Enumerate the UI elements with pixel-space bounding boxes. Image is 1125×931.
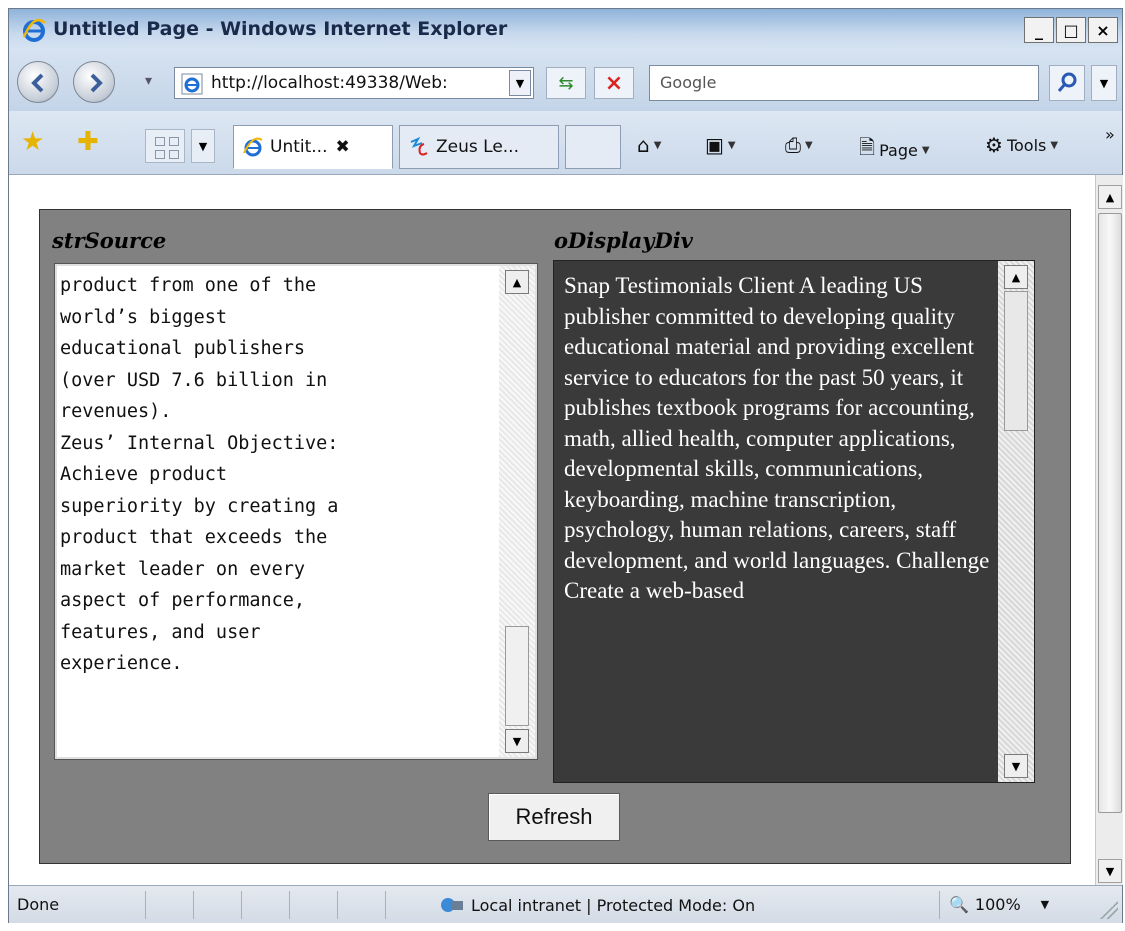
scroll-down-icon[interactable]: ▼ [505, 729, 529, 753]
back-button[interactable] [17, 61, 59, 103]
zoom-icon: 🔍 [949, 895, 969, 914]
scroll-up-icon[interactable]: ▲ [1098, 185, 1122, 209]
page-scroll-thumb[interactable] [1098, 213, 1122, 813]
address-field[interactable]: http://localhost:49338/Web: ▼ [174, 67, 534, 99]
feeds-button[interactable]: ▣ ▼ [705, 133, 736, 157]
page-ie-icon [181, 73, 203, 95]
page-scrollbar[interactable]: ▲ ▼ [1095, 175, 1123, 885]
page-content: strSource oDisplayDiv product from one o… [9, 175, 1095, 885]
status-text: Done [17, 895, 60, 914]
history-dropdown-icon[interactable]: ▾ [145, 73, 152, 89]
rss-feed-icon: ▣ [705, 133, 724, 157]
stop-icon[interactable]: × [594, 67, 634, 99]
print-icon: ⎙ [785, 133, 801, 157]
browser-window: Untitled Page - Windows Internet Explore… [8, 8, 1123, 923]
tools-menu-label: Tools [1006, 135, 1047, 155]
gear-icon: ⚙ [985, 133, 1003, 157]
scroll-up-icon[interactable]: ▲ [1004, 265, 1028, 289]
tab-label: Zeus Le... [436, 137, 519, 157]
scroll-up-icon[interactable]: ▲ [505, 270, 529, 294]
tab-zeus[interactable]: Zeus Le... [399, 125, 559, 169]
refresh-icon[interactable]: ⇆ [546, 67, 586, 99]
source-label: strSource [52, 228, 167, 253]
close-button[interactable]: × [1088, 17, 1118, 43]
tab-untitled-page[interactable]: Untit... ✖ [233, 125, 393, 169]
scroll-down-icon[interactable]: ▼ [1004, 754, 1028, 778]
window-title: Untitled Page - Windows Internet Explore… [53, 18, 508, 40]
address-dropdown-icon[interactable]: ▼ [509, 70, 531, 96]
home-icon: ⌂ [637, 133, 650, 157]
more-commands-icon[interactable]: » [1105, 125, 1115, 144]
address-bar-row: ▾ http://localhost:49338/Web: ▼ ⇆ × Goog… [9, 51, 1122, 111]
refresh-button[interactable]: Refresh [488, 793, 620, 841]
page-menu[interactable]: 🗎 Page ▼ [859, 133, 930, 167]
scroll-thumb[interactable] [1004, 291, 1028, 431]
display-label: oDisplayDiv [554, 228, 693, 253]
status-divider [337, 891, 381, 919]
ie-tab-icon [243, 137, 263, 157]
source-textarea[interactable]: product from one of the world’s biggest … [54, 263, 538, 760]
zoom-level: 100% [974, 895, 1021, 914]
back-arrow-icon [31, 73, 44, 93]
tools-menu[interactable]: ⚙ Tools ▼ [985, 133, 1058, 157]
security-zone[interactable]: Local intranet | Protected Mode: On [439, 895, 755, 915]
status-divider [289, 891, 333, 919]
search-placeholder: Google [660, 73, 717, 92]
home-button[interactable]: ⌂ ▼ [637, 133, 661, 157]
page-icon: 🗎 [859, 135, 876, 159]
display-div: Snap Testimonials Client A leading US pu… [553, 260, 1035, 783]
title-bar: Untitled Page - Windows Internet Explore… [9, 9, 1122, 51]
status-divider [385, 891, 429, 919]
scroll-thumb[interactable] [505, 626, 529, 726]
quick-tabs-icon[interactable] [145, 129, 185, 163]
source-text: product from one of the world’s biggest … [60, 275, 339, 674]
intranet-zone-icon [441, 898, 463, 912]
forward-arrow-icon [90, 73, 103, 93]
resize-grip-icon[interactable] [1100, 901, 1118, 919]
new-tab-button[interactable] [565, 125, 621, 169]
search-input[interactable]: Google [649, 65, 1039, 101]
search-button[interactable] [1049, 65, 1085, 101]
page-menu-label: Page [879, 140, 918, 160]
favorites-star-icon[interactable]: ★ [21, 127, 44, 157]
status-bar: Done Local intranet | Protected Mode: On… [9, 885, 1122, 923]
main-panel: strSource oDisplayDiv product from one o… [39, 209, 1071, 864]
zoom-control[interactable]: 🔍 100% ▼ [949, 895, 1049, 914]
status-divider [193, 891, 237, 919]
url-text: http://localhost:49338/Web: [211, 73, 448, 93]
add-favorites-icon[interactable]: ✚ [77, 127, 99, 157]
maximize-button[interactable]: □ [1056, 17, 1086, 43]
source-scrollbar[interactable]: ▲ ▼ [499, 266, 535, 757]
display-text: Snap Testimonials Client A leading US pu… [564, 273, 990, 603]
tab-list-dropdown-icon[interactable]: ▼ [191, 129, 215, 163]
search-options-dropdown-icon[interactable]: ▼ [1091, 65, 1117, 101]
minimize-button[interactable]: _ [1024, 17, 1054, 43]
close-tab-icon[interactable]: ✖ [335, 137, 349, 157]
tab-bar: ★ ✚ ▼ Untit... ✖ Zeus Le... ⌂ ▼ ▣ ▼ ⎙ ▼ … [9, 111, 1122, 175]
security-zone-text: Local intranet | Protected Mode: On [471, 895, 756, 915]
zoom-dropdown-icon: ▼ [1040, 898, 1050, 911]
forward-button[interactable] [73, 61, 115, 103]
search-icon [1057, 72, 1077, 92]
print-button[interactable]: ⎙ ▼ [785, 133, 813, 157]
zeus-logo-icon [410, 136, 428, 156]
status-divider [241, 891, 285, 919]
tab-label: Untit... [270, 137, 328, 157]
internet-explorer-icon [22, 18, 46, 42]
status-divider [145, 891, 189, 919]
display-scrollbar[interactable]: ▲ ▼ [998, 261, 1034, 782]
scroll-down-icon[interactable]: ▼ [1098, 859, 1122, 883]
